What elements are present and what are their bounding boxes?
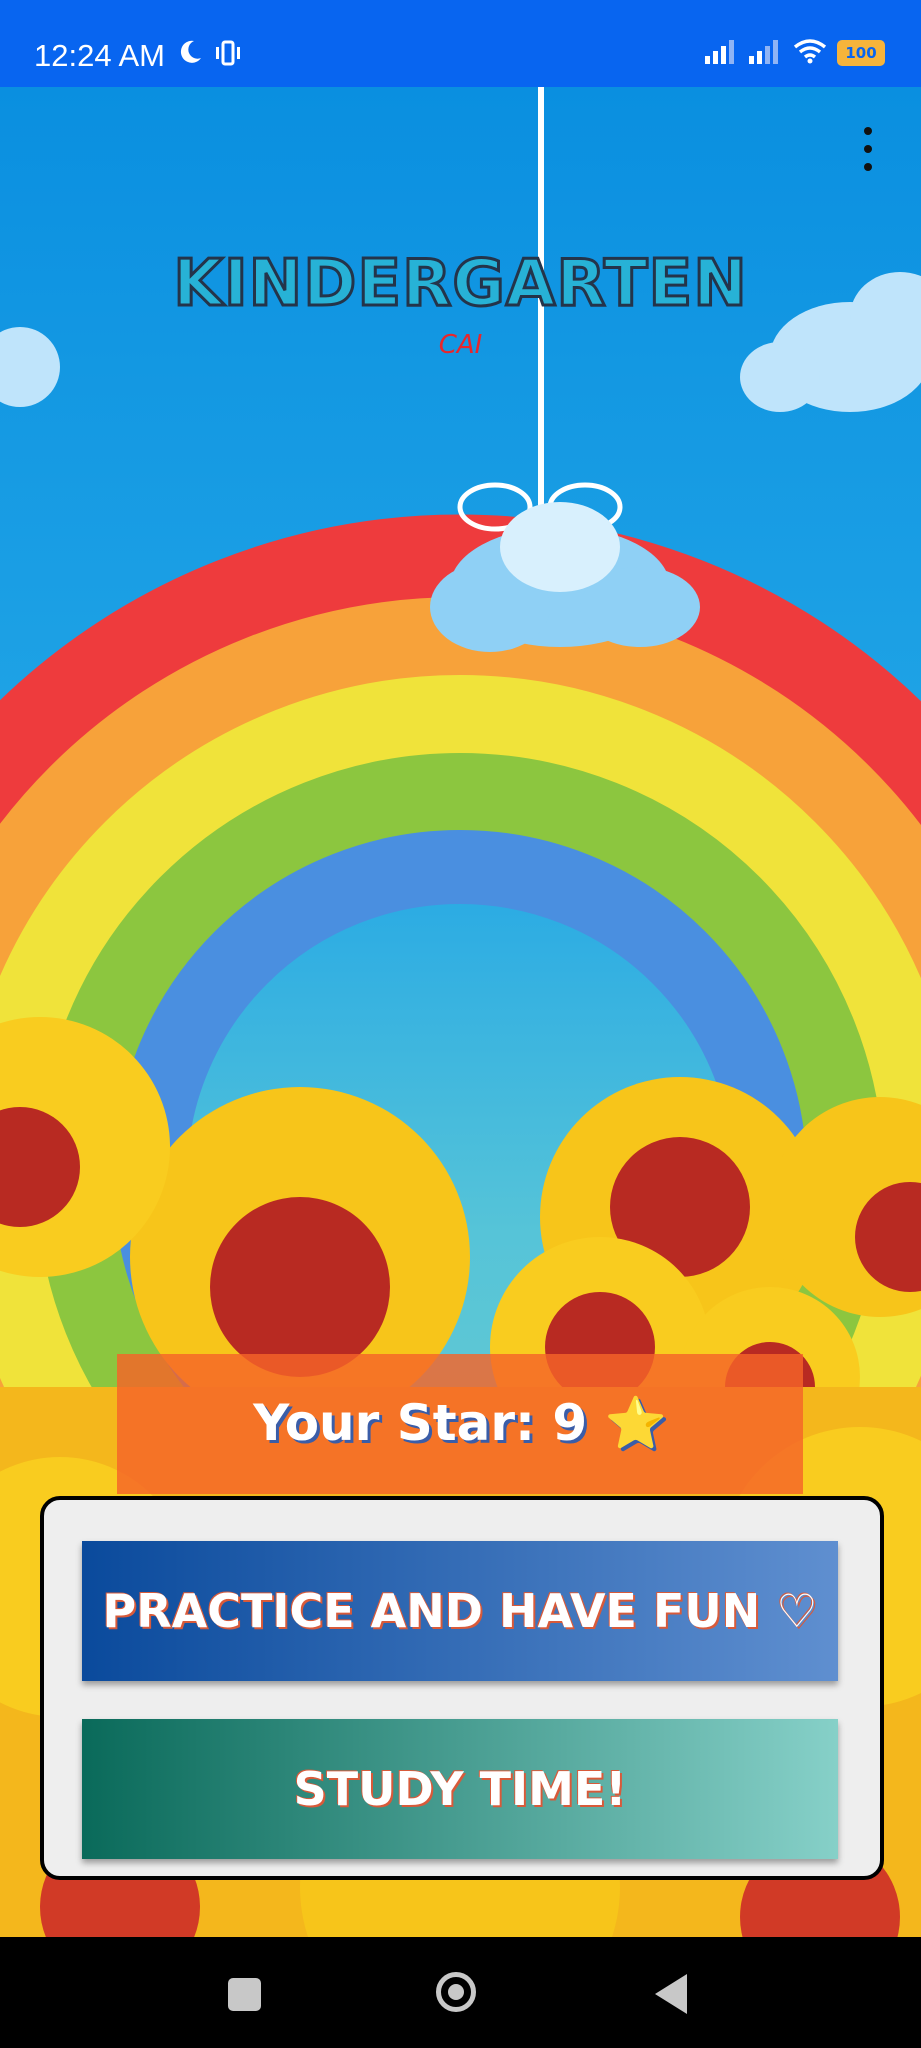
star-score-box: Your Star: 9 ⭐ [117, 1354, 803, 1494]
status-time: 12:24 AM [34, 38, 165, 73]
navigation-bar [0, 1937, 921, 2048]
back-icon[interactable] [655, 1974, 687, 2014]
battery-icon: 100 [837, 40, 885, 66]
more-options-icon[interactable] [856, 127, 880, 177]
recents-icon[interactable] [228, 1978, 261, 2011]
study-button[interactable]: STUDY TIME! [82, 1719, 838, 1859]
wifi-icon [793, 38, 827, 68]
moon-icon [176, 38, 204, 70]
star-score-label: Your Star: 9 ⭐ [253, 1394, 667, 1452]
signal-icon [749, 38, 783, 68]
signal-icon [705, 38, 739, 68]
actions-panel: PRACTICE AND HAVE FUN ♡ STUDY TIME! [40, 1496, 884, 1880]
status-bar: 12:24 AM 100 [0, 0, 921, 87]
home-screen: KINDERGARTEN CAI Your Star: 9 ⭐ PRACTICE… [0, 87, 921, 1937]
home-icon[interactable] [436, 1972, 476, 2012]
vibrate-icon [214, 40, 242, 70]
practice-button[interactable]: PRACTICE AND HAVE FUN ♡ [82, 1541, 838, 1681]
app-title: KINDERGARTEN [172, 246, 749, 323]
app-subtitle: CAI [438, 330, 483, 360]
